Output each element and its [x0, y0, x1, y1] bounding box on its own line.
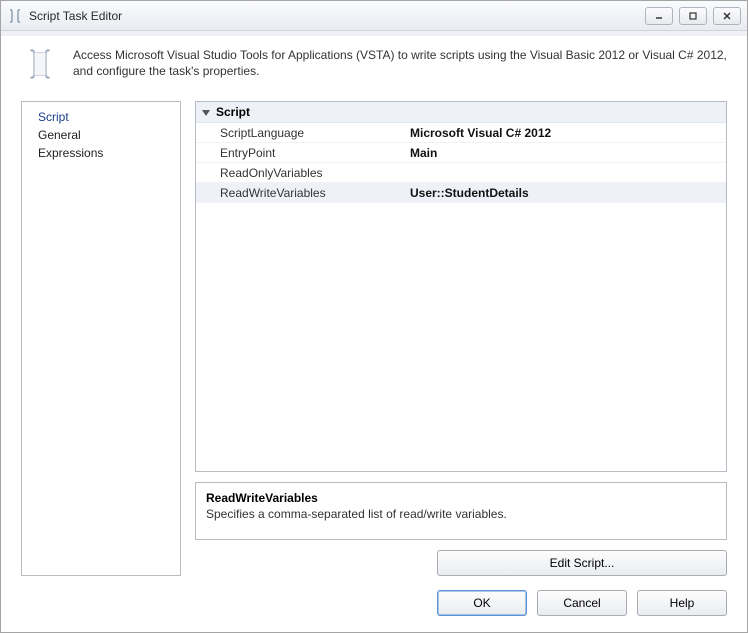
grid-row-label: ReadWriteVariables [196, 184, 406, 202]
help-title: ReadWriteVariables [206, 491, 716, 505]
grid-category-label: Script [216, 105, 250, 119]
body-row: ScriptGeneralExpressions Script ScriptLa… [21, 101, 727, 576]
grid-row[interactable]: ScriptLanguageMicrosoft Visual C# 2012 [196, 123, 726, 143]
grid-row-value[interactable]: User::StudentDetails [406, 184, 726, 202]
right-pane: Script ScriptLanguageMicrosoft Visual C#… [195, 101, 727, 576]
ok-button[interactable]: OK [437, 590, 527, 616]
property-help-panel: ReadWriteVariables Specifies a comma-sep… [195, 482, 727, 540]
grid-row-label: EntryPoint [196, 144, 406, 162]
nav-item-general[interactable]: General [22, 126, 180, 144]
window-title: Script Task Editor [29, 9, 645, 23]
titlebar: Script Task Editor [1, 1, 747, 31]
grid-row[interactable]: EntryPointMain [196, 143, 726, 163]
dialog-footer: OK Cancel Help [21, 576, 727, 616]
grid-row-value[interactable]: Microsoft Visual C# 2012 [406, 124, 726, 142]
edit-script-button[interactable]: Edit Script... [437, 550, 727, 576]
scroll-icon [21, 45, 59, 83]
script-icon [7, 8, 23, 24]
property-grid: Script ScriptLanguageMicrosoft Visual C#… [195, 101, 727, 472]
nav-item-script[interactable]: Script [22, 108, 180, 126]
cancel-button[interactable]: Cancel [537, 590, 627, 616]
grid-category-header[interactable]: Script [196, 102, 726, 123]
help-button[interactable]: Help [637, 590, 727, 616]
nav-item-expressions[interactable]: Expressions [22, 144, 180, 162]
dialog-window: Script Task Editor Access Microsoft V [0, 0, 748, 633]
grid-row-label: ScriptLanguage [196, 124, 406, 142]
help-description: Specifies a comma-separated list of read… [206, 507, 716, 521]
grid-rows: ScriptLanguageMicrosoft Visual C# 2012En… [196, 123, 726, 203]
grid-row[interactable]: ReadWriteVariablesUser::StudentDetails [196, 183, 726, 203]
edit-script-row: Edit Script... [195, 550, 727, 576]
minimize-button[interactable] [645, 7, 673, 25]
grid-row[interactable]: ReadOnlyVariables [196, 163, 726, 183]
maximize-button[interactable] [679, 7, 707, 25]
header-description: Access Microsoft Visual Studio Tools for… [73, 45, 727, 83]
collapse-triangle-icon [202, 110, 210, 116]
window-controls [645, 7, 741, 25]
close-button[interactable] [713, 7, 741, 25]
grid-row-value[interactable] [406, 171, 726, 175]
nav-pane: ScriptGeneralExpressions [21, 101, 181, 576]
header-row: Access Microsoft Visual Studio Tools for… [21, 45, 727, 83]
grid-row-value[interactable]: Main [406, 144, 726, 162]
grid-row-label: ReadOnlyVariables [196, 164, 406, 182]
dialog-content: Access Microsoft Visual Studio Tools for… [1, 31, 747, 632]
